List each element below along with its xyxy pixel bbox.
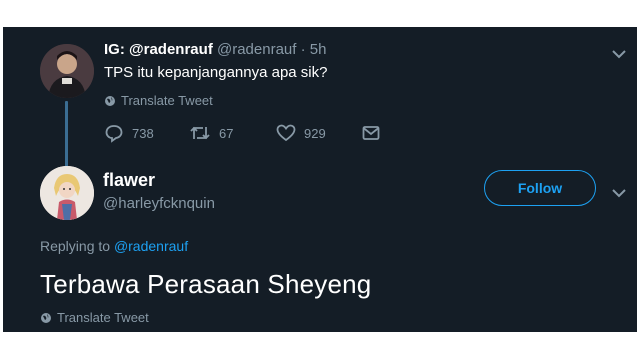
like-icon [276,124,296,142]
tweet-text: TPS itu kepanjangannya apa sik? [104,64,328,81]
user-handle[interactable]: @harleyfcknquin [103,195,215,212]
user-handle[interactable]: @radenrauf [217,41,296,58]
translate-label: Translate Tweet [57,310,149,325]
follow-button[interactable]: Follow [484,170,596,206]
display-name[interactable]: IG: @radenrauf [104,41,213,58]
tweet-screenshot: IG: @radenrauf @radenrauf · 5h TPS itu k… [3,27,637,332]
timestamp[interactable]: 5h [310,41,327,58]
replying-to: Replying to @radenrauf [40,238,188,254]
avatar[interactable] [40,44,94,98]
translate-label: Translate Tweet [121,93,213,108]
retweet-button[interactable]: 67 [189,123,233,143]
tweet-header: IG: @radenrauf @radenrauf · 5h [104,41,326,58]
translate-tweet-link[interactable]: Translate Tweet [40,310,149,325]
message-icon [362,126,380,140]
chevron-down-icon[interactable] [609,44,629,64]
translate-tweet-link[interactable]: Translate Tweet [104,93,213,108]
direct-message-button[interactable] [361,123,381,143]
reply-button[interactable]: 738 [104,123,154,143]
reply-count: 738 [132,125,154,141]
reply-icon [105,125,123,143]
chevron-down-icon[interactable] [609,183,629,203]
thread-line [65,101,68,171]
globe-icon [41,312,51,323]
avatar[interactable] [40,166,94,220]
like-count: 929 [304,125,326,141]
retweet-icon [190,126,210,140]
globe-icon [105,95,115,106]
replying-handle-link[interactable]: @radenrauf [114,238,188,254]
separator: · [300,41,306,58]
tweet-text: Terbawa Perasaan Sheyeng [40,269,372,299]
replying-prefix: Replying to [40,238,111,254]
like-button[interactable]: 929 [276,123,326,143]
retweet-count: 67 [219,125,234,141]
display-name[interactable]: flawer [103,170,155,191]
